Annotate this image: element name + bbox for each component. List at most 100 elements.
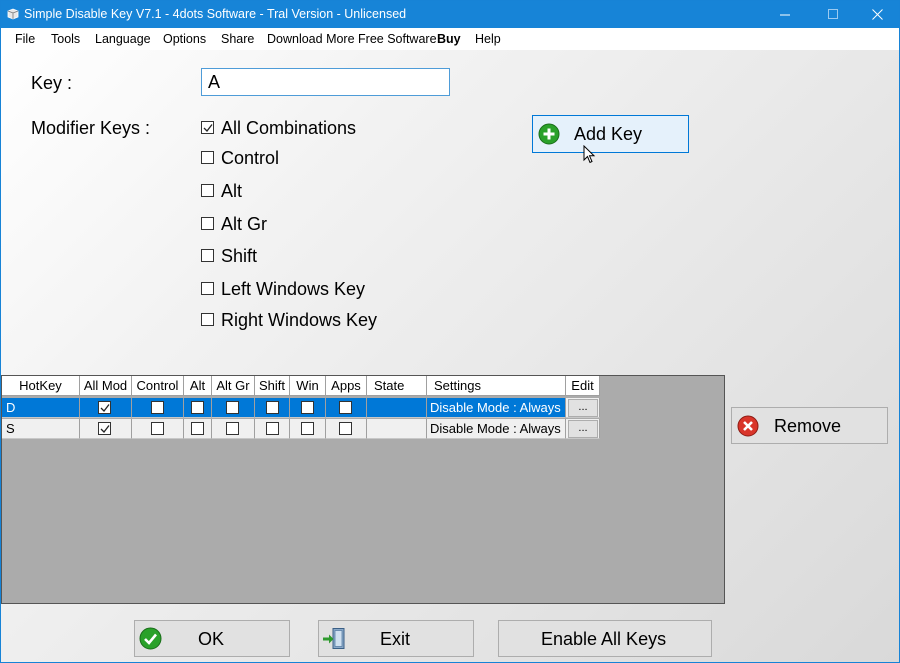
column-header-alt-gr[interactable]: Alt Gr: [212, 376, 255, 396]
cell-alt-gr[interactable]: [212, 398, 255, 418]
mouse-cursor-icon: [583, 144, 597, 170]
cell-win[interactable]: [290, 419, 326, 439]
key-label: Key :: [31, 73, 73, 93]
close-button[interactable]: [854, 1, 899, 28]
shift-checkbox[interactable]: [266, 401, 279, 414]
exit-button[interactable]: Exit: [318, 620, 474, 657]
exit-door-icon: [322, 627, 348, 656]
menu-share[interactable]: Share: [221, 32, 254, 46]
menu-file[interactable]: File: [15, 32, 35, 46]
cell-hotkey[interactable]: S: [2, 419, 80, 439]
enable-all-keys-button[interactable]: Enable All Keys: [498, 620, 712, 657]
add-key-button[interactable]: Add Key: [532, 115, 689, 153]
remove-button[interactable]: Remove: [731, 407, 888, 444]
shift-label[interactable]: Shift: [221, 246, 257, 267]
alt-gr-checkbox[interactable]: [201, 217, 214, 230]
right-windows-key-checkbox[interactable]: [201, 313, 214, 326]
hotkey-table-area[interactable]: HotKey All Mod Control Alt Alt Gr Shift …: [1, 375, 725, 604]
client-area: Key : Modifier Keys : All Combinations C…: [1, 50, 899, 662]
win-checkbox[interactable]: [301, 401, 314, 414]
cell-alt-gr[interactable]: [212, 419, 255, 439]
column-header-hotkey[interactable]: HotKey: [2, 376, 80, 396]
column-header-all-mod[interactable]: All Mod: [80, 376, 132, 396]
edit-button[interactable]: ...: [568, 399, 598, 417]
menu-tools[interactable]: Tools: [51, 32, 80, 46]
cell-all-mod[interactable]: [80, 419, 132, 439]
alt-label[interactable]: Alt: [221, 181, 242, 202]
enable-all-keys-label: Enable All Keys: [541, 629, 667, 649]
window-title: Simple Disable Key V7.1 - 4dots Software…: [24, 7, 407, 21]
edit-button[interactable]: ...: [568, 420, 598, 438]
menu-download-more[interactable]: Download More Free Software: [267, 32, 437, 46]
control-checkbox[interactable]: [201, 151, 214, 164]
control-checkbox[interactable]: [151, 401, 164, 414]
key-input[interactable]: [201, 68, 450, 96]
apps-checkbox[interactable]: [339, 422, 352, 435]
cell-all-mod[interactable]: [80, 398, 132, 418]
all-mod-checkbox[interactable]: [98, 401, 111, 414]
alt-checkbox[interactable]: [201, 184, 214, 197]
alt-gr-checkbox[interactable]: [226, 401, 239, 414]
cell-hotkey[interactable]: D: [2, 398, 80, 418]
all-combinations-checkbox[interactable]: [201, 121, 214, 134]
cell-edit[interactable]: ...: [566, 398, 600, 418]
menu-language[interactable]: Language: [95, 32, 151, 46]
column-header-alt[interactable]: Alt: [184, 376, 212, 396]
column-header-win[interactable]: Win: [290, 376, 326, 396]
cell-shift[interactable]: [255, 419, 290, 439]
cell-edit[interactable]: ...: [566, 419, 600, 439]
plus-circle-icon: [538, 123, 560, 150]
right-windows-key-label[interactable]: Right Windows Key: [221, 310, 377, 331]
menu-options[interactable]: Options: [163, 32, 206, 46]
maximize-button[interactable]: [810, 1, 856, 28]
menu-help[interactable]: Help: [475, 32, 501, 46]
cell-state[interactable]: [367, 398, 427, 418]
table-header: HotKey All Mod Control Alt Alt Gr Shift …: [2, 376, 600, 396]
menu-buy[interactable]: Buy: [437, 32, 461, 46]
column-header-settings[interactable]: Settings: [427, 376, 566, 396]
check-circle-icon: [139, 627, 162, 655]
left-windows-key-label[interactable]: Left Windows Key: [221, 279, 365, 300]
shift-checkbox[interactable]: [266, 422, 279, 435]
table-row[interactable]: D Disable Mode : Always ...: [2, 398, 600, 418]
cell-control[interactable]: [132, 398, 184, 418]
cell-shift[interactable]: [255, 398, 290, 418]
cell-win[interactable]: [290, 398, 326, 418]
alt-checkbox[interactable]: [191, 401, 204, 414]
modifier-keys-label: Modifier Keys :: [31, 118, 151, 138]
remove-x-icon: [737, 415, 759, 442]
control-label[interactable]: Control: [221, 148, 279, 169]
table-row[interactable]: S Disable Mode : Always ...: [2, 419, 600, 439]
left-windows-key-checkbox[interactable]: [201, 282, 214, 295]
apps-checkbox[interactable]: [339, 401, 352, 414]
alt-checkbox[interactable]: [191, 422, 204, 435]
exit-label: Exit: [380, 629, 411, 649]
alt-gr-checkbox[interactable]: [226, 422, 239, 435]
column-header-control[interactable]: Control: [132, 376, 184, 396]
add-key-label: Add Key: [574, 124, 643, 144]
cell-apps[interactable]: [326, 398, 367, 418]
cell-alt[interactable]: [184, 398, 212, 418]
cell-state[interactable]: [367, 419, 427, 439]
column-header-shift[interactable]: Shift: [255, 376, 290, 396]
cell-apps[interactable]: [326, 419, 367, 439]
remove-label: Remove: [774, 416, 842, 436]
title-bar[interactable]: Simple Disable Key V7.1 - 4dots Software…: [1, 1, 899, 28]
all-combinations-label[interactable]: All Combinations: [221, 118, 356, 139]
cell-settings[interactable]: Disable Mode : Always: [427, 419, 566, 439]
control-checkbox[interactable]: [151, 422, 164, 435]
menu-bar: File Tools Language Options Share Downlo…: [1, 28, 899, 50]
cell-control[interactable]: [132, 419, 184, 439]
cell-alt[interactable]: [184, 419, 212, 439]
alt-gr-label[interactable]: Alt Gr: [221, 214, 267, 235]
column-header-edit[interactable]: Edit: [566, 376, 600, 396]
all-mod-checkbox[interactable]: [98, 422, 111, 435]
shift-checkbox[interactable]: [201, 249, 214, 262]
ok-label: OK: [198, 629, 225, 649]
win-checkbox[interactable]: [301, 422, 314, 435]
cell-settings[interactable]: Disable Mode : Always: [427, 398, 566, 418]
minimize-button[interactable]: [762, 1, 808, 28]
column-header-apps[interactable]: Apps: [326, 376, 367, 396]
ok-button[interactable]: OK: [134, 620, 290, 657]
column-header-state[interactable]: State: [367, 376, 427, 396]
